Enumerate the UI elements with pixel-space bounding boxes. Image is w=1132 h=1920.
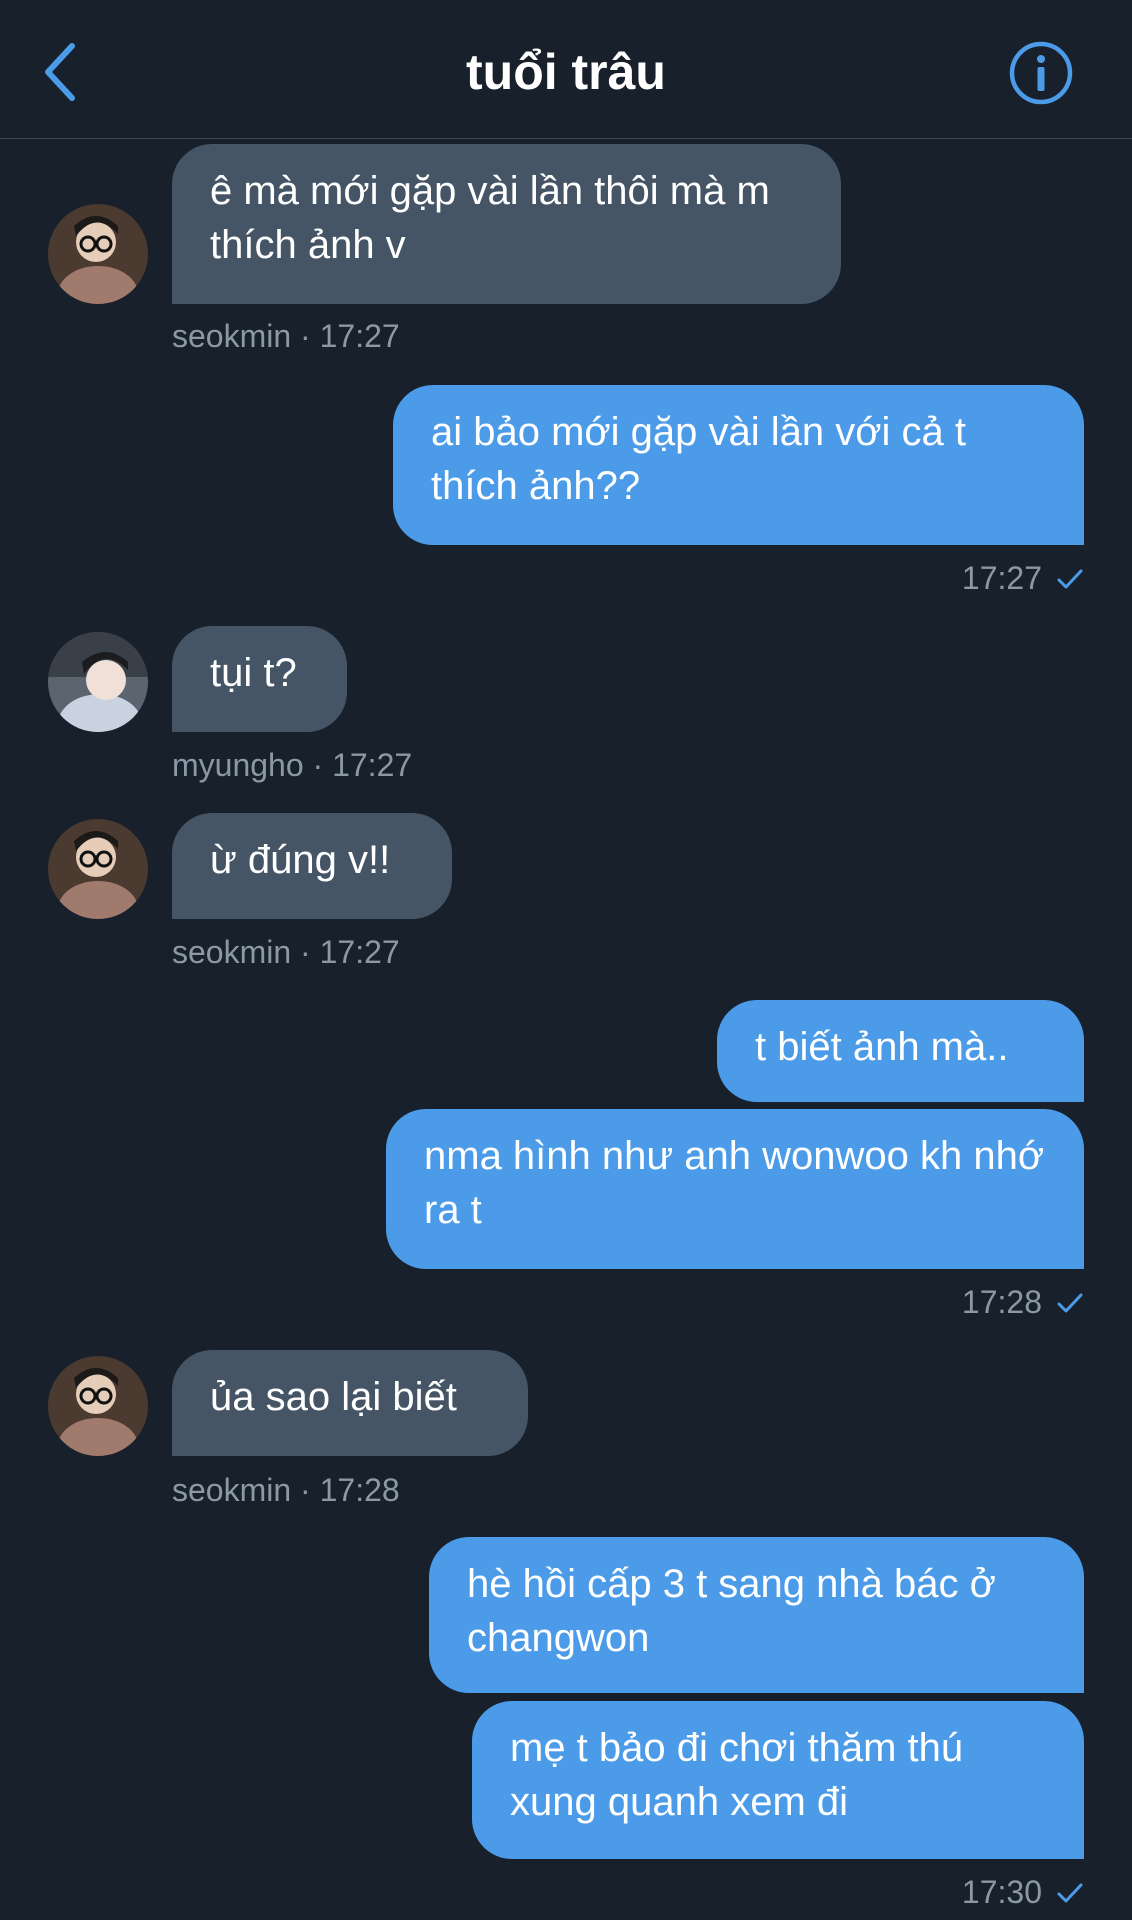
profile-photo-icon [48,632,148,732]
message-meta: 17:30 [962,1872,1084,1912]
avatar-myungho[interactable] [48,632,148,732]
profile-photo-icon [48,204,148,304]
avatar-seokmin[interactable] [48,819,148,919]
timestamp: 17:30 [961,1874,1042,1910]
timestamp: 17:27 [319,318,400,354]
sender-name: seokmin [172,318,292,354]
info-button[interactable] [1008,40,1074,106]
message-meta: myungho · 17:27 [172,745,412,785]
message-bubble-incoming[interactable]: ừ đúng v!! [172,813,452,919]
timestamp: 17:28 [961,1284,1042,1320]
message-bubble-incoming[interactable]: ủa sao lại biết [172,1350,528,1456]
meta-separator: · [300,1472,311,1508]
info-icon [1009,41,1073,105]
avatar-seokmin[interactable] [48,204,148,304]
message-bubble-outgoing[interactable]: t biết ảnh mà.. [717,1000,1084,1102]
message-bubble-outgoing[interactable]: nma hình như anh wonwoo kh nhớ ra t [386,1109,1084,1269]
message-meta: seokmin · 17:27 [172,932,400,972]
message-meta: seokmin · 17:28 [172,1470,400,1510]
timestamp: 17:27 [961,560,1042,596]
timestamp: 17:27 [332,747,413,783]
timestamp: 17:28 [319,1472,400,1508]
sender-name: seokmin [172,1472,292,1508]
conversation-title: tuổi trâu [466,44,666,100]
conversation-header: tuổi trâu [0,0,1132,139]
message-bubble-incoming[interactable]: tụi t? [172,626,347,732]
sent-check-icon [1057,569,1083,589]
timestamp: 17:27 [319,934,400,970]
avatar-seokmin[interactable] [48,1356,148,1456]
message-bubble-outgoing[interactable]: ai bảo mới gặp vài lần với cả t thích ản… [393,385,1084,545]
message-bubble-incoming[interactable]: ê mà mới gặp vài lần thôi mà m thích ảnh… [172,144,841,304]
message-bubble-outgoing[interactable]: mẹ t bảo đi chơi thăm thú xung quanh xem… [472,1701,1084,1859]
profile-photo-icon [48,1356,148,1456]
sender-name: seokmin [172,934,292,970]
message-meta: seokmin · 17:27 [172,316,400,356]
profile-photo-icon [48,819,148,919]
sent-check-icon [1057,1293,1083,1313]
meta-separator: · [300,318,311,354]
message-bubble-outgoing[interactable]: hè hồi cấp 3 t sang nhà bác ở changwon [429,1537,1084,1693]
sent-check-icon [1057,1883,1083,1903]
message-meta: 17:28 [962,1282,1084,1322]
meta-separator: · [312,747,324,783]
sender-name: myungho [172,747,304,783]
meta-separator: · [300,934,311,970]
message-meta: 17:27 [962,558,1084,598]
